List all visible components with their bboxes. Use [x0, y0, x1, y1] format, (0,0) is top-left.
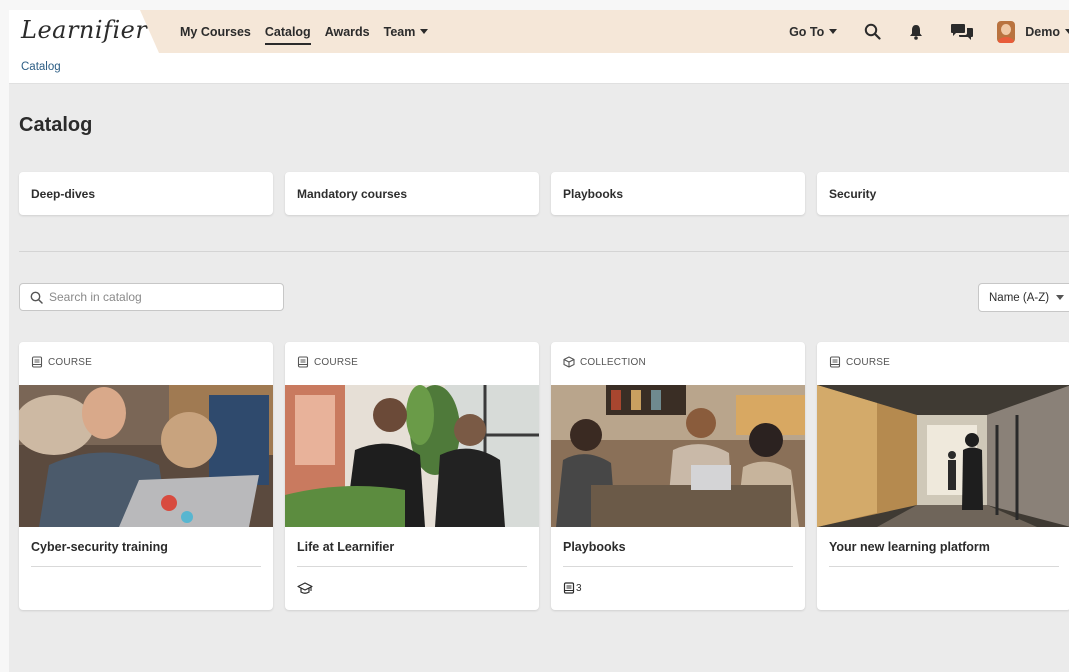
search-icon[interactable] — [861, 21, 883, 43]
chevron-down-icon — [1065, 29, 1069, 34]
card-image — [285, 385, 539, 527]
catalog-card[interactable]: COLLECTION Playbooks 3 — [551, 342, 805, 610]
search-box[interactable] — [19, 283, 284, 311]
nav-item-awards[interactable]: Awards — [318, 10, 377, 53]
catalog-card[interactable]: COURSE Cyber-security training — [19, 342, 273, 610]
graduation-cap-icon — [297, 582, 313, 594]
card-title: Cyber-security training — [31, 540, 168, 554]
course-icon — [297, 356, 309, 368]
chevron-down-icon — [829, 29, 838, 34]
go-to-menu[interactable]: Go To — [789, 25, 838, 39]
card-type-label: COURSE — [829, 356, 890, 368]
section-divider — [19, 251, 1069, 252]
catalog-card[interactable]: COURSE Your new learning platform — [817, 342, 1069, 610]
chevron-down-icon — [420, 29, 429, 34]
category-tile-security[interactable]: Security — [817, 172, 1069, 215]
card-title: Life at Learnifier — [297, 540, 395, 554]
card-type-label: COLLECTION — [563, 356, 646, 368]
app-window: Learnifier My Courses Catalog Awards Tea… — [9, 10, 1069, 672]
logo-area: Learnifier — [9, 10, 159, 53]
sort-select[interactable]: Name (A-Z) — [978, 283, 1069, 312]
main-nav: My Courses Catalog Awards Team — [173, 10, 435, 53]
collection-icon — [563, 356, 575, 368]
card-title: Your new learning platform — [829, 540, 990, 554]
chat-icon[interactable] — [949, 21, 975, 43]
card-title: Playbooks — [563, 540, 626, 554]
card-divider — [563, 566, 793, 567]
card-divider — [829, 566, 1059, 567]
chevron-down-icon — [1056, 295, 1065, 300]
card-type-label: COURSE — [31, 356, 92, 368]
card-meta: 3 — [563, 582, 582, 594]
page-title: Catalog — [19, 114, 93, 136]
learnifier-logo[interactable]: Learnifier — [21, 16, 147, 44]
card-type-label: COURSE — [297, 356, 358, 368]
top-navigation-bar: Learnifier My Courses Catalog Awards Tea… — [9, 10, 1069, 53]
course-icon — [563, 582, 575, 594]
catalog-card[interactable]: COURSE Life at Learnifier — [285, 342, 539, 610]
breadcrumb: Catalog — [9, 53, 1069, 84]
card-divider — [297, 566, 527, 567]
search-icon — [30, 291, 43, 304]
card-image — [551, 385, 805, 527]
category-tile-mandatory-courses[interactable]: Mandatory courses — [285, 172, 539, 215]
nav-right-group: Go To Demo — [789, 10, 1069, 53]
nav-item-my-courses[interactable]: My Courses — [173, 10, 258, 53]
card-meta — [297, 582, 313, 595]
card-image — [817, 385, 1069, 527]
avatar — [997, 20, 1016, 43]
bell-icon[interactable] — [905, 21, 927, 43]
card-image — [19, 385, 273, 527]
search-input[interactable] — [49, 290, 269, 304]
category-tile-playbooks[interactable]: Playbooks — [551, 172, 805, 215]
nav-item-catalog[interactable]: Catalog — [258, 10, 318, 53]
category-tile-deep-dives[interactable]: Deep-dives — [19, 172, 273, 215]
user-menu[interactable]: Demo — [997, 20, 1069, 43]
course-icon — [31, 356, 43, 368]
breadcrumb-item-catalog[interactable]: Catalog — [21, 61, 61, 73]
course-icon — [829, 356, 841, 368]
nav-item-team[interactable]: Team — [377, 10, 436, 53]
card-divider — [31, 566, 261, 567]
